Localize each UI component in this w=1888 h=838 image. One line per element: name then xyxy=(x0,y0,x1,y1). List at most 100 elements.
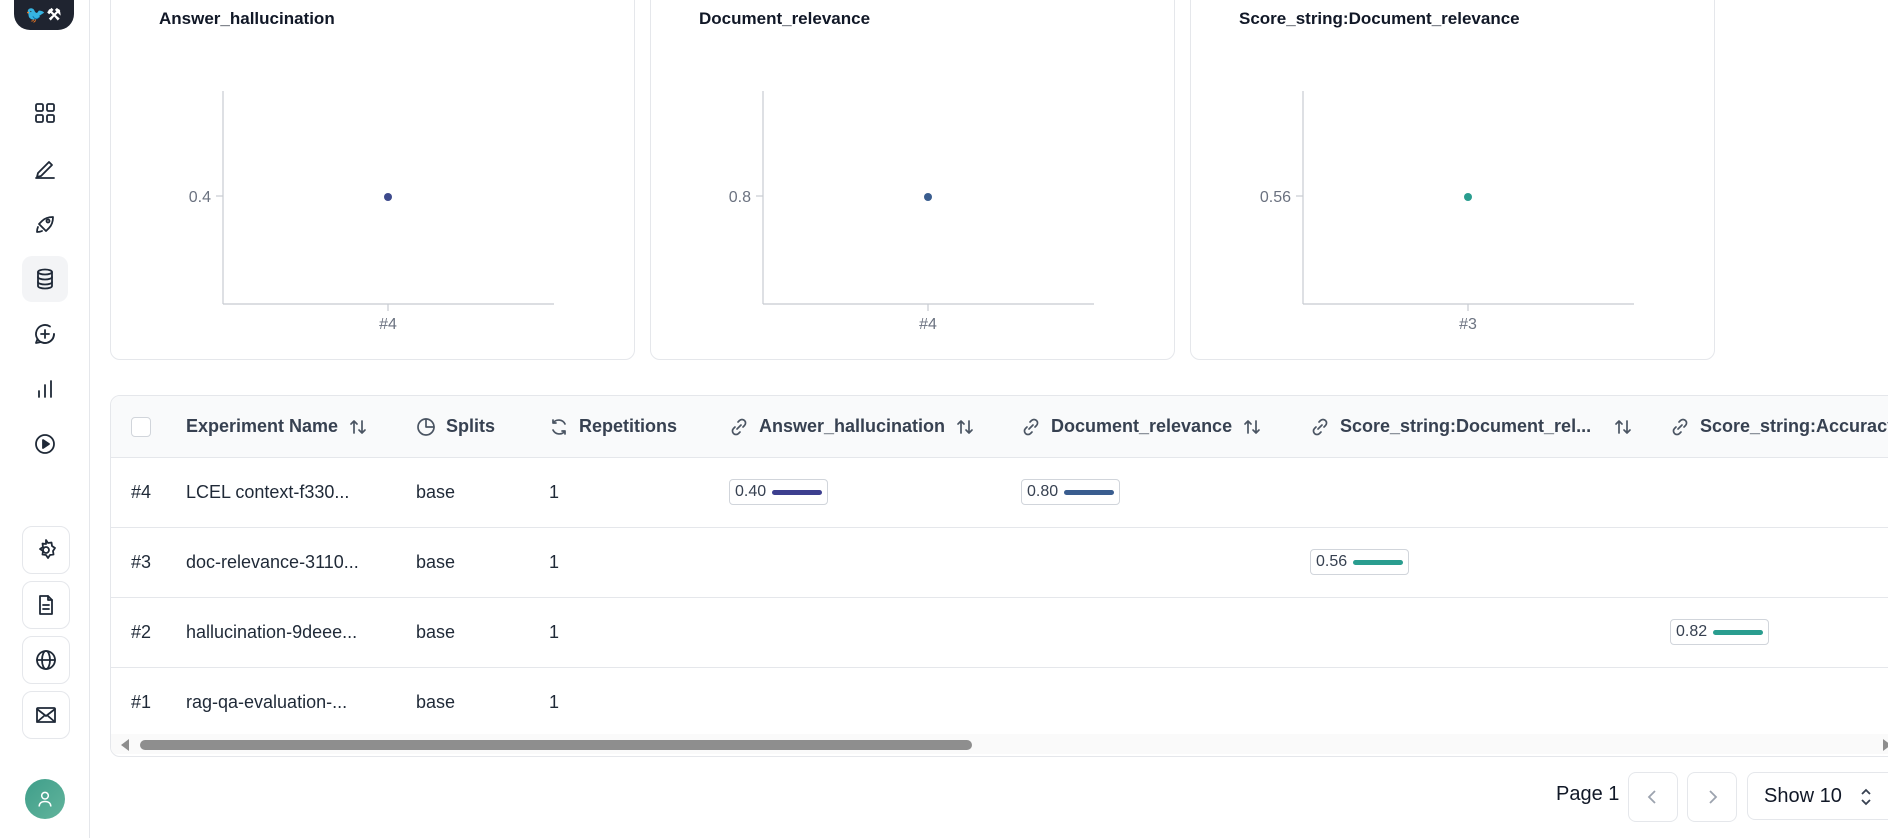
header-label: Score_string:Document_rel... xyxy=(1340,416,1592,436)
header-score-string-accuracy[interactable]: Score_string:Accuracy xyxy=(1670,396,1888,457)
chat-plus-icon[interactable] xyxy=(22,311,68,357)
scrollbar-thumb[interactable] xyxy=(140,740,972,750)
experiment-name-link[interactable]: rag-qa-evaluation-... xyxy=(186,667,347,737)
metric-pill[interactable]: 0.82 xyxy=(1670,619,1770,645)
header-label: Experiment Name xyxy=(186,416,339,436)
header-label: Splits xyxy=(446,416,496,436)
row-id: #1 xyxy=(131,691,152,712)
header-label: Answer_hallucination xyxy=(759,416,946,436)
data-point[interactable] xyxy=(384,193,392,201)
sort-icon[interactable] xyxy=(348,417,368,437)
metric-value: 0.80 xyxy=(1027,483,1059,500)
table-row[interactable]: #4 LCEL context-f330... base 1 0.40 0.80 xyxy=(111,457,1888,528)
score-doc-rel-cell[interactable]: 0.56 xyxy=(1310,527,1410,597)
horizontal-scrollbar[interactable] xyxy=(111,734,1888,754)
row-id: #4 xyxy=(131,481,152,502)
link-icon xyxy=(1672,418,1688,435)
sort-icon[interactable] xyxy=(1613,417,1633,437)
dashboard-icon[interactable] xyxy=(22,90,68,136)
logo[interactable]: 🐦⚒ xyxy=(14,0,74,30)
avatar[interactable] xyxy=(25,779,65,819)
y-tick-label: 0.56 xyxy=(1260,189,1291,206)
header-document-relevance[interactable]: Document_relevance xyxy=(1021,396,1262,457)
chevron-right-icon xyxy=(1709,790,1718,804)
header-label: Score_string:Accuracy xyxy=(1700,416,1888,436)
page-size-select[interactable]: Show 10 xyxy=(1747,772,1888,820)
page-indicator: Page 1 xyxy=(1556,783,1620,805)
header-experiment-name[interactable]: Experiment Name xyxy=(186,396,368,457)
logo-mark: 🐦⚒ xyxy=(25,7,63,24)
experiment-name-link[interactable]: LCEL context-f330... xyxy=(186,457,349,527)
experiment-name-link[interactable]: doc-relevance-3110... xyxy=(186,527,359,597)
scroll-left-arrow[interactable] xyxy=(121,739,129,751)
repetitions-cell: 1 xyxy=(549,621,560,642)
table-row[interactable]: #1 rag-qa-evaluation-... base 1 xyxy=(111,667,1888,737)
y-tick-label: 0.4 xyxy=(189,189,211,206)
chart-plot: 0.56 #3 xyxy=(1260,91,1634,333)
metric-pill[interactable]: 0.56 xyxy=(1310,549,1410,575)
page-size-label: Show 10 xyxy=(1764,784,1842,807)
table-row[interactable]: #3 doc-relevance-3110... base 1 0.56 xyxy=(111,527,1888,598)
globe-icon[interactable] xyxy=(22,636,70,684)
score-accuracy-cell[interactable]: 0.82 xyxy=(1670,597,1770,667)
table-row[interactable]: #2 hallucination-9deee... base 1 0.82 xyxy=(111,597,1888,668)
metric-bar xyxy=(1353,559,1404,565)
mail-icon[interactable] xyxy=(22,691,70,739)
database-icon[interactable] xyxy=(22,256,68,302)
metric-value: 0.40 xyxy=(735,483,767,500)
experiment-name-link[interactable]: hallucination-9deee... xyxy=(186,597,357,667)
split-cell: base xyxy=(416,691,456,712)
metric-value: 0.82 xyxy=(1676,623,1708,640)
header-label: Repetitions xyxy=(579,416,678,436)
header-score-string-document-relevance[interactable]: Score_string:Document_rel... xyxy=(1310,396,1633,457)
settings-icon[interactable] xyxy=(22,526,70,574)
link-icon xyxy=(1312,418,1328,435)
link-icon xyxy=(731,418,747,435)
select-all-checkbox[interactable] xyxy=(131,417,151,437)
header-answer-hallucination[interactable]: Answer_hallucination xyxy=(729,396,975,457)
row-id: #2 xyxy=(131,621,152,642)
metric-bar xyxy=(1064,489,1115,495)
x-tick-label: #3 xyxy=(1459,316,1477,333)
sort-icon[interactable] xyxy=(1242,417,1262,437)
chevron-up-down-icon xyxy=(1861,788,1871,806)
chart-plot: 0.4 #4 xyxy=(189,91,554,333)
data-point[interactable] xyxy=(924,193,932,201)
split-cell: base xyxy=(416,551,456,572)
chart-plot: 0.8 #4 xyxy=(729,91,1094,333)
chart-card-answer-hallucination: Answer_hallucination 0.4 #4 xyxy=(110,0,635,360)
metric-pill[interactable]: 0.40 xyxy=(729,479,829,505)
previous-page-button[interactable] xyxy=(1628,772,1678,822)
metric-bar xyxy=(1713,629,1764,635)
x-tick-label: #4 xyxy=(379,316,397,333)
experiments-table: Experiment Name Splits Repetitions Answe… xyxy=(110,395,1888,757)
link-icon xyxy=(1023,418,1039,435)
metric-pill[interactable]: 0.80 xyxy=(1021,479,1121,505)
repetitions-cell: 1 xyxy=(549,481,560,502)
chart-card-document-relevance: Document_relevance 0.8 #4 xyxy=(650,0,1175,360)
metric-bar xyxy=(772,489,823,495)
document-icon[interactable] xyxy=(22,581,70,629)
header-repetitions: Repetitions xyxy=(549,396,677,457)
data-point[interactable] xyxy=(1464,193,1472,201)
bar-chart-icon[interactable] xyxy=(22,366,68,412)
document-relevance-cell[interactable]: 0.80 xyxy=(1021,457,1121,527)
rocket-icon[interactable] xyxy=(22,201,68,247)
y-tick-label: 0.8 xyxy=(729,189,751,206)
metric-value: 0.56 xyxy=(1316,553,1348,570)
sort-icon[interactable] xyxy=(955,417,975,437)
repetitions-cell: 1 xyxy=(549,691,560,712)
pencil-icon[interactable] xyxy=(22,146,68,192)
play-icon[interactable] xyxy=(22,421,68,467)
answer-hallucination-cell[interactable]: 0.40 xyxy=(729,457,829,527)
sidebar: 🐦⚒ xyxy=(0,0,90,838)
header-label: Document_relevance xyxy=(1051,416,1233,436)
x-tick-label: #4 xyxy=(919,316,937,333)
scroll-right-arrow[interactable] xyxy=(1883,739,1888,751)
split-cell: base xyxy=(416,621,456,642)
table-header: Experiment Name Splits Repetitions Answe… xyxy=(111,396,1888,458)
split-cell: base xyxy=(416,481,456,502)
row-id: #3 xyxy=(131,551,152,572)
next-page-button[interactable] xyxy=(1687,772,1737,822)
repetitions-cell: 1 xyxy=(549,551,560,572)
